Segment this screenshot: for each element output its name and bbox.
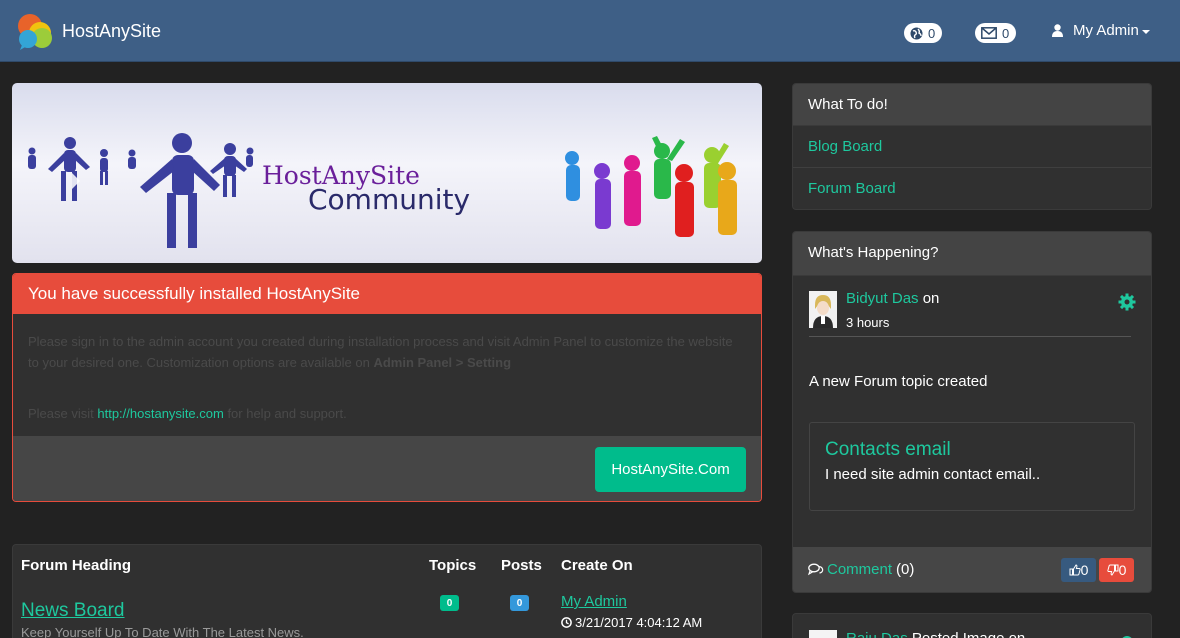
like-button[interactable]: 0 [1061,558,1096,582]
notifications-count: 0 [928,25,936,41]
user-menu-dropdown[interactable]: My Admin [1052,22,1150,39]
next-activity-text: Posted Image on [908,630,1025,638]
install-instructions: Please sign in to the admin account you … [13,314,761,436]
activity-topic-card[interactable]: Contacts email I need site admin contact… [809,422,1135,511]
avatar[interactable] [809,630,837,638]
what-to-do-panel: What To do! Blog Board Forum Board [792,83,1152,210]
caret-down-icon [1141,29,1150,34]
topics-count-badge: 0 [440,595,459,611]
next-activity-line: Raju Das Posted Image on [846,630,1025,638]
notifications-button[interactable]: 0 [904,23,943,43]
visit-prefix: Please visit [28,406,98,421]
avatar[interactable] [809,291,837,328]
activity-user-line: Bidyut Das on [846,290,939,307]
install-success-panel: You have successfully installed HostAnyS… [12,273,762,502]
top-navbar: HostAnySite 0 0 My Admin [0,0,1180,62]
comment-label[interactable]: Comment [827,561,892,578]
what-to-do-heading: What To do! [793,84,1151,126]
gear-icon[interactable] [1118,633,1136,638]
like-count: 0 [1080,562,1089,578]
user-icon [1052,24,1063,37]
activity-user-suffix: on [918,290,940,307]
chat-bubbles-logo-icon [16,11,56,51]
forum-table: Forum Heading Topics Posts Create On New… [12,544,762,638]
posts-count-badge: 0 [510,595,529,611]
created-date: 3/21/2017 4:04:12 AM [561,615,702,630]
create-on-header: Create On [561,557,633,574]
brand-name: HostAnySite [62,20,162,41]
install-success-heading: You have successfully installed HostAnyS… [13,274,761,314]
thumbs-up-icon [1069,564,1081,576]
messages-button[interactable]: 0 [975,23,1017,43]
clock-icon [561,617,572,628]
created-date-text: 3/21/2017 4:04:12 AM [575,615,703,630]
next-activity-panel: Raju Das Posted Image on [792,613,1152,638]
topic-body: I need site admin contact email.. [825,466,1041,483]
posts-header: Posts [501,557,542,574]
comment-count: (0) [896,561,915,578]
activity-description: A new Forum topic created [809,373,988,390]
install-panel-footer: HostAnySite.Com [13,436,761,501]
blog-board-link[interactable]: Blog Board [793,126,1151,168]
user-menu-label: My Admin [1073,22,1139,39]
dislike-count: 0 [1118,562,1127,578]
comments-icon [808,563,824,576]
gear-icon[interactable] [1118,293,1136,311]
community-banner: HostAnySite Community [12,83,762,263]
hostanysite-button[interactable]: HostAnySite.Com [595,447,746,492]
creator-link[interactable]: My Admin [561,593,627,610]
forum-board-link[interactable]: Forum Board [793,168,1151,209]
messages-count: 0 [1002,25,1010,41]
envelope-icon [981,27,997,39]
visit-suffix: for help and support. [223,406,347,421]
admin-setting-path: Admin Panel > Setting [373,355,512,370]
banner-subtitle: Community [308,183,471,216]
topic-title[interactable]: Contacts email [825,439,951,461]
whats-happening-heading: What's Happening? [793,232,1151,276]
forum-heading-header: Forum Heading [21,557,132,574]
comment-button[interactable]: Comment (0) [808,561,914,578]
topics-header: Topics [429,557,477,574]
dislike-button[interactable]: 0 [1099,558,1134,582]
activity-divider [809,336,1131,337]
activity-footer: Comment (0) 0 0 [793,547,1151,592]
forum-board-link[interactable]: News Board [21,600,125,622]
thumbs-down-icon [1106,564,1119,576]
activity-time: 3 hours [846,315,890,330]
activity-user-link[interactable]: Bidyut Das [846,290,919,307]
brand[interactable]: HostAnySite [16,6,161,56]
hostanysite-link[interactable]: http://hostanysite.com [97,406,223,421]
whats-happening-panel: What's Happening? Bidyut Das on 3 hours … [792,231,1152,593]
globe-icon [910,27,923,39]
next-activity-user-link[interactable]: Raju Das [846,630,908,638]
forum-board-description: Keep Yourself Up To Date With The Latest… [21,625,304,638]
